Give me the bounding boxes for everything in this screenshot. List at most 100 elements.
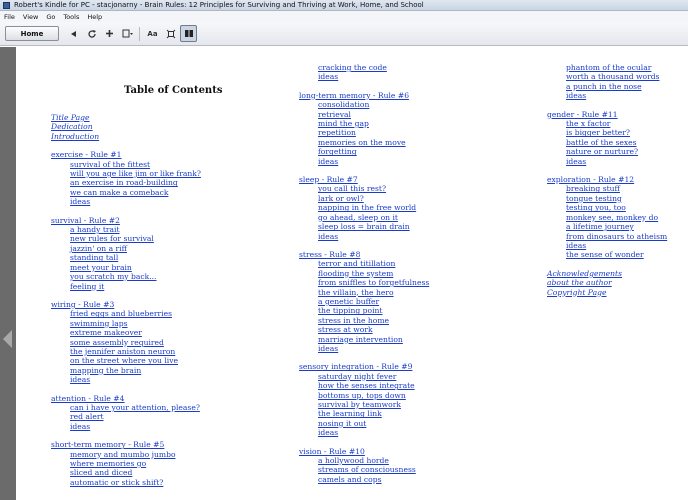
toc-frontmatter-link[interactable]: Dedication [51, 122, 201, 131]
toc-section-link[interactable]: an exercise in road-building [70, 178, 201, 187]
toc-chapter-link[interactable]: survival - Rule #2 [51, 216, 201, 225]
toc-section-link[interactable]: ideas [318, 428, 429, 437]
toc-chapter-link[interactable]: short-term memory - Rule #5 [51, 440, 201, 449]
toc-section-link[interactable]: ideas [318, 157, 429, 166]
toc-section-link[interactable]: streams of consciousness [318, 465, 429, 474]
toc-section-link[interactable]: you scratch my back... [70, 272, 201, 281]
toc-section-link[interactable]: worth a thousand words [566, 72, 667, 81]
toc-section-link[interactable]: fried eggs and blueberries [70, 309, 201, 318]
toc-section-link[interactable]: some assembly required [70, 338, 201, 347]
toc-section-link[interactable]: a handy trait [70, 225, 201, 234]
toc-chapter-link[interactable]: gender - Rule #11 [547, 110, 667, 119]
toc-section-link[interactable]: saturday night fever [318, 372, 429, 381]
toc-section-link[interactable]: the learning link [318, 409, 429, 418]
toc-section-link[interactable]: we can make a comeback [70, 188, 201, 197]
toc-section-link[interactable]: testing you, too [566, 203, 667, 212]
toc-chapter-link[interactable]: long-term memory - Rule #6 [299, 91, 429, 100]
menu-go[interactable]: Go [46, 13, 55, 21]
single-column-view-icon[interactable] [180, 25, 197, 42]
toc-section-link[interactable]: memory and mumbo jumbo [70, 450, 201, 459]
toc-section-link[interactable]: will you age like jim or like frank? [70, 169, 201, 178]
toc-section-link[interactable]: retrieval [318, 110, 429, 119]
toc-section-link[interactable]: feeling it [70, 282, 201, 291]
toc-section-link[interactable]: standing tall [70, 253, 201, 262]
toc-section-link[interactable]: battle of the sexes [566, 138, 667, 147]
toc-section-link[interactable]: ideas [318, 344, 429, 353]
toc-section-link[interactable]: sliced and diced [70, 468, 201, 477]
toc-frontmatter-link[interactable]: Title Page [51, 113, 201, 122]
toc-section-link[interactable]: marriage intervention [318, 335, 429, 344]
toc-section-link[interactable]: sleep loss = brain drain [318, 222, 429, 231]
toc-section-link[interactable]: ideas [566, 241, 667, 250]
back-icon[interactable] [65, 25, 82, 42]
toc-section-link[interactable]: repetition [318, 128, 429, 137]
toc-section-link[interactable]: a lifetime journey [566, 222, 667, 231]
toc-backmatter-link[interactable]: Acknowledgements [547, 269, 667, 278]
add-bookmark-icon[interactable] [101, 25, 118, 42]
toc-section-link[interactable]: stress in the home [318, 316, 429, 325]
toc-section-link[interactable]: jazzin' on a riff [70, 244, 201, 253]
toc-section-link[interactable]: survival by teamwork [318, 400, 429, 409]
toc-frontmatter-link[interactable]: Introduction [51, 132, 201, 141]
toc-section-link[interactable]: ideas [318, 72, 429, 81]
toc-section-link[interactable]: mapping the brain [70, 366, 201, 375]
toc-section-link[interactable]: how the senses integrate [318, 381, 429, 390]
toc-section-link[interactable]: ideas [70, 197, 201, 206]
toc-section-link[interactable]: is bigger better? [566, 128, 667, 137]
font-settings-button[interactable]: Aa [144, 25, 161, 42]
toc-section-link[interactable]: ideas [70, 375, 201, 384]
toc-section-link[interactable]: the sense of wonder [566, 250, 667, 259]
toc-section-link[interactable]: where memories go [70, 459, 201, 468]
toc-section-link[interactable]: phantom of the ocular [566, 63, 667, 72]
toc-section-link[interactable]: nature or nurture? [566, 147, 667, 156]
toc-section-link[interactable]: nosing it out [318, 419, 429, 428]
toc-section-link[interactable]: the x factor [566, 119, 667, 128]
toc-section-link[interactable]: mind the gap [318, 119, 429, 128]
toc-chapter-link[interactable]: vision - Rule #10 [299, 447, 429, 456]
home-button[interactable]: Home [5, 26, 59, 41]
toc-section-link[interactable]: memories on the move [318, 138, 429, 147]
toc-section-link[interactable]: napping in the free world [318, 203, 429, 212]
toc-section-link[interactable]: on the street where you live [70, 356, 201, 365]
toc-section-link[interactable]: meet your brain [70, 263, 201, 272]
toc-section-link[interactable]: red alert [70, 412, 201, 421]
menu-view[interactable]: View [23, 13, 38, 21]
toc-chapter-link[interactable]: attention - Rule #4 [51, 394, 201, 403]
sync-icon[interactable] [83, 25, 100, 42]
toc-section-link[interactable]: breaking stuff [566, 184, 667, 193]
menu-tools[interactable]: Tools [63, 13, 79, 21]
toc-section-link[interactable]: ideas [318, 232, 429, 241]
toc-chapter-link[interactable]: stress - Rule #8 [299, 250, 429, 259]
toc-backmatter-link[interactable]: Copyright Page [547, 288, 667, 297]
toc-section-link[interactable]: go ahead, sleep on it [318, 213, 429, 222]
toc-section-link[interactable]: a genetic buffer [318, 297, 429, 306]
toc-section-link[interactable]: the tipping point [318, 306, 429, 315]
toc-section-link[interactable]: consolidation [318, 100, 429, 109]
toc-section-link[interactable]: the villain, the hero [318, 288, 429, 297]
menu-file[interactable]: File [4, 13, 15, 21]
toc-chapter-link[interactable]: sensory integration - Rule #9 [299, 362, 429, 371]
previous-page-arrow-icon[interactable] [3, 330, 12, 348]
toc-section-link[interactable]: extreme makeover [70, 328, 201, 337]
toc-section-link[interactable]: forgetting [318, 147, 429, 156]
toc-section-link[interactable]: flooding the system [318, 269, 429, 278]
toc-chapter-link[interactable]: exploration - Rule #12 [547, 175, 667, 184]
toc-section-link[interactable]: from dinosaurs to atheism [566, 232, 667, 241]
toc-section-link[interactable]: ideas [566, 157, 667, 166]
toc-backmatter-link[interactable]: about the author [547, 278, 667, 287]
toc-section-link[interactable]: the jennifer aniston neuron [70, 347, 201, 356]
toc-section-link[interactable]: can i have your attention, please? [70, 403, 201, 412]
toc-section-link[interactable]: swimming laps [70, 319, 201, 328]
toc-section-link[interactable]: tongue testing [566, 194, 667, 203]
toc-section-link[interactable]: new rules for survival [70, 234, 201, 243]
fullscreen-icon[interactable] [162, 25, 179, 42]
toc-section-link[interactable]: monkey see, monkey do [566, 213, 667, 222]
toc-chapter-link[interactable]: exercise - Rule #1 [51, 150, 201, 159]
toc-section-link[interactable]: ideas [70, 422, 201, 431]
toc-section-link[interactable]: bottoms up, tops down [318, 391, 429, 400]
toc-section-link[interactable]: you call this rest? [318, 184, 429, 193]
toc-section-link[interactable]: stress at work [318, 325, 429, 334]
toc-section-link[interactable]: a punch in the nose [566, 82, 667, 91]
menu-help[interactable]: Help [87, 13, 102, 21]
toc-section-link[interactable]: survival of the fittest [70, 160, 201, 169]
